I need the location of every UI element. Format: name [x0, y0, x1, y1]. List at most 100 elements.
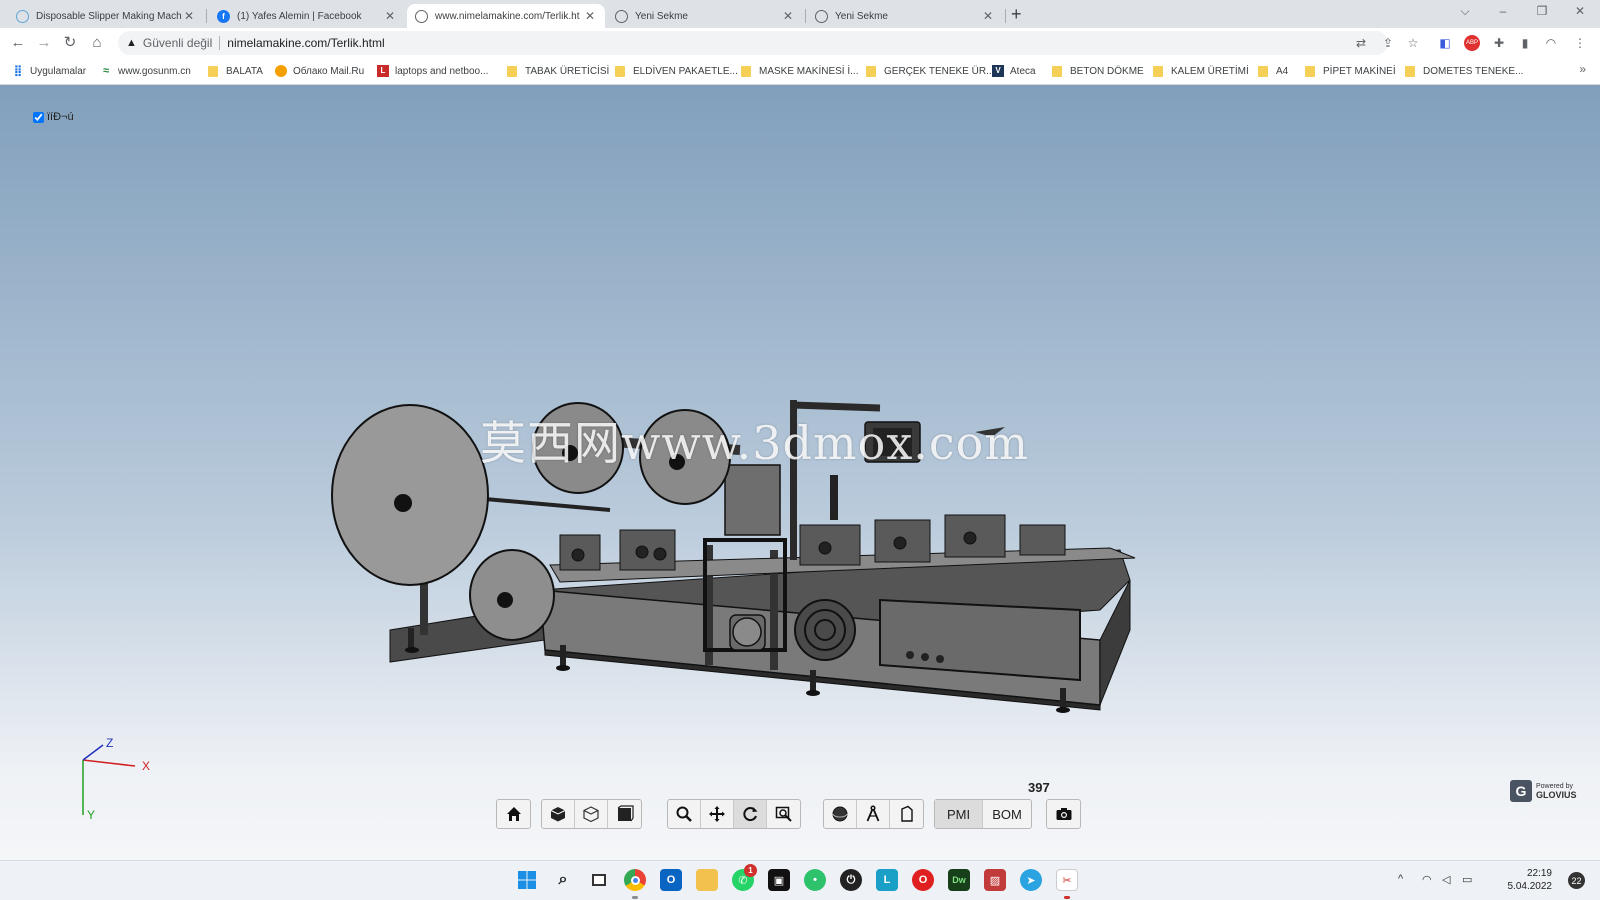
translate-icon[interactable]: ⇄: [1353, 35, 1369, 51]
bookmarks-overflow-button[interactable]: »: [1579, 62, 1586, 76]
bookmark-beton[interactable]: BETON DÖKME: [1052, 63, 1144, 79]
machine-model[interactable]: [320, 310, 1160, 730]
tab-facebook[interactable]: f (1) Yafes Alemin | Facebook ✕: [209, 4, 405, 28]
measure-button[interactable]: [857, 800, 890, 828]
bookmark-gercek-teneke[interactable]: GERÇEK TENEKE ÜR...: [866, 63, 994, 79]
reload-button[interactable]: ↻: [60, 33, 80, 53]
close-icon[interactable]: ✕: [583, 9, 597, 23]
bookmark-kalem[interactable]: KALEM ÜRETİMİ: [1153, 63, 1249, 79]
tab-disposable-slipper[interactable]: Disposable Slipper Making Mach ✕: [8, 4, 204, 28]
task-view-icon[interactable]: [588, 869, 610, 891]
start-button[interactable]: [516, 869, 538, 891]
folder-icon: [615, 65, 625, 77]
search-icon[interactable]: ⌕: [552, 869, 574, 891]
bookmark-dometes[interactable]: DOMETES TENEKE...: [1405, 63, 1523, 79]
close-icon[interactable]: ✕: [182, 9, 196, 23]
zoom-window-button[interactable]: [767, 800, 800, 828]
tab-new-2[interactable]: Yeni Sekme ✕: [807, 4, 1003, 28]
new-tab-button[interactable]: +: [1011, 4, 1022, 24]
share-icon[interactable]: ⇪: [1380, 35, 1396, 51]
bookmark-mailru[interactable]: Облако Mail.Ru: [275, 63, 364, 79]
screenshot-button[interactable]: [1047, 800, 1080, 828]
bookmark-pipet[interactable]: PİPET MAKİNEİ: [1305, 63, 1396, 79]
side-panel-icon[interactable]: ▮: [1517, 35, 1533, 51]
close-window-button[interactable]: ✕: [1565, 4, 1595, 18]
bookmark-gosunm[interactable]: ≈ www.gosunm.cn: [100, 63, 191, 79]
bookmark-ateca[interactable]: V Ateca: [992, 63, 1036, 79]
home-button[interactable]: ⌂: [87, 33, 107, 53]
shaded-edges-mode-button[interactable]: [608, 800, 641, 828]
bom-button[interactable]: BOM: [983, 800, 1031, 828]
tab-new-1[interactable]: Yeni Sekme ✕: [607, 4, 803, 28]
bookmark-maske[interactable]: MASKE MAKİNESİ İ...: [741, 63, 858, 79]
section-button[interactable]: [824, 800, 857, 828]
battery-icon[interactable]: ▭: [1462, 873, 1472, 886]
chart-app-icon[interactable]: ▨: [984, 869, 1006, 891]
back-button[interactable]: ←: [8, 33, 28, 53]
close-icon[interactable]: ✕: [383, 9, 397, 23]
wireframe-mode-button[interactable]: [575, 800, 608, 828]
chrome-icon[interactable]: [624, 869, 646, 891]
bookmark-tabak[interactable]: TABAK ÜRETİCİSİ: [507, 63, 609, 79]
wechat-icon[interactable]: •: [804, 869, 826, 891]
tab-title: (1) Yafes Alemin | Facebook: [237, 10, 362, 22]
apps-grid-icon: ⣿: [13, 65, 23, 77]
media-app-icon[interactable]: ▣: [768, 869, 790, 891]
site-icon: ≈: [102, 65, 110, 77]
running-indicator: [632, 896, 638, 899]
security-status[interactable]: Güvenli değil: [143, 36, 212, 50]
extensions-icon[interactable]: ✚: [1491, 35, 1507, 51]
wifi-icon[interactable]: ◠: [1422, 873, 1432, 886]
close-icon[interactable]: ✕: [781, 9, 795, 23]
home-view-button[interactable]: [497, 800, 530, 828]
bookmark-label: MASKE MAKİNESİ İ...: [759, 65, 859, 77]
power-app-icon[interactable]: ⏻: [840, 869, 862, 891]
outlook-icon[interactable]: O: [660, 869, 682, 891]
address-bar[interactable]: ▲ Güvenli değil nimelamakine.com/Terlik.…: [118, 31, 1388, 55]
tray-overflow-icon[interactable]: ^: [1398, 873, 1403, 885]
bookmark-apps[interactable]: ⣿ Uygulamalar: [12, 63, 86, 79]
url-text[interactable]: nimelamakine.com/Terlik.html: [227, 36, 384, 50]
notification-badge[interactable]: 22: [1568, 872, 1585, 889]
volume-icon[interactable]: ◁: [1442, 873, 1450, 886]
pmi-button[interactable]: PMI: [935, 800, 983, 828]
bookmark-label: A4: [1276, 65, 1289, 77]
menu-icon[interactable]: ⋮: [1572, 35, 1588, 51]
close-icon[interactable]: ✕: [981, 9, 995, 23]
opera-icon[interactable]: O: [912, 869, 934, 891]
omnibox-divider: [219, 36, 221, 50]
warning-icon[interactable]: ▲: [126, 37, 137, 49]
forward-button[interactable]: →: [34, 33, 54, 53]
clock-date: 5.04.2022: [1507, 881, 1553, 892]
assembly-tree-toggle[interactable]: ïíÐ¬ú: [33, 111, 74, 123]
minimize-button[interactable]: –: [1488, 4, 1518, 18]
pan-button[interactable]: [701, 800, 734, 828]
bookmark-balata[interactable]: BALATA: [208, 63, 263, 79]
explode-button[interactable]: [890, 800, 923, 828]
bom-count-badge: 397: [1028, 780, 1050, 795]
tab-separator: [1005, 9, 1006, 23]
profile-icon[interactable]: ◠: [1543, 35, 1559, 51]
system-clock[interactable]: 22:19 5.04.2022: [1506, 867, 1553, 893]
axis-z-label: Z: [106, 736, 113, 750]
tab-nimelamakine[interactable]: www.nimelamakine.com/Terlik.ht ✕: [407, 4, 605, 28]
zoom-button[interactable]: [668, 800, 701, 828]
tab-search-icon[interactable]: ⌵: [1450, 4, 1480, 19]
l-app-icon[interactable]: L: [876, 869, 898, 891]
adblock-icon[interactable]: ABP: [1464, 35, 1480, 51]
restore-button[interactable]: ❐: [1527, 4, 1557, 18]
snipping-tool-icon[interactable]: ✂: [1056, 869, 1078, 891]
bookmark-laptops[interactable]: L laptops and netboo...: [377, 63, 488, 79]
bookmark-eldiven[interactable]: ELDİVEN PAKAETLE...: [615, 63, 738, 79]
3d-viewer-canvas[interactable]: ïíÐ¬ú 莫西网www.3dmox.com X Y Z PMI BOM 397…: [0, 85, 1600, 860]
bookmark-star-icon[interactable]: ☆: [1405, 35, 1421, 51]
bookmark-a4[interactable]: A4: [1258, 63, 1288, 79]
assembly-visibility-checkbox[interactable]: [33, 111, 44, 123]
telegram-icon[interactable]: ➤: [1020, 869, 1042, 891]
shaded-mode-button[interactable]: [542, 800, 575, 828]
file-explorer-icon[interactable]: [696, 869, 718, 891]
translate-extension-icon[interactable]: ◧: [1437, 35, 1453, 51]
rotate-button[interactable]: [734, 800, 767, 828]
dreamweaver-icon[interactable]: Dw: [948, 869, 970, 891]
axis-x-label: X: [142, 759, 150, 773]
